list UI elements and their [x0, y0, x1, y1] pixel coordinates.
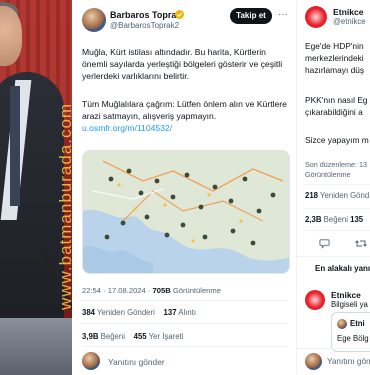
- divider: [297, 256, 370, 257]
- tweet-text-line: hazırlamayı düş: [305, 65, 365, 75]
- author-name[interactable]: Etnikce: [333, 7, 364, 17]
- quotes-count[interactable]: 137: [164, 308, 177, 317]
- likes-extra-count[interactable]: 135: [350, 215, 363, 224]
- views-count: 705B: [152, 286, 171, 295]
- bookmarks-count[interactable]: 455: [134, 332, 147, 341]
- reply-author-name[interactable]: Etnikce: [331, 290, 361, 300]
- retweets-label[interactable]: Yeniden Gönd: [320, 191, 369, 200]
- bookmarks-label[interactable]: Yer İşareti: [149, 332, 184, 341]
- tweet-text-line: merkezlerindeki: [305, 53, 364, 63]
- likes-count[interactable]: 2,3B: [305, 215, 321, 224]
- verified-badge-icon: [175, 10, 184, 19]
- quoted-author-avatar: [337, 319, 347, 329]
- tweet-link[interactable]: u.osmfr.org/m/1104532/: [82, 123, 172, 133]
- divider: [305, 208, 370, 209]
- likes-count[interactable]: 3,9B: [82, 332, 98, 341]
- quoted-text: Ege Bölg: [337, 334, 369, 343]
- tweet-text-line: PKK'nın nasıl Eg: [305, 95, 368, 105]
- views-label: Görüntülenme: [172, 286, 221, 295]
- second-tweet-card: Etnikce @etnikce Ege'de HDP'nin merkezle…: [296, 0, 370, 375]
- retweets-count[interactable]: 218: [305, 191, 318, 200]
- author-handle[interactable]: @BarbarosToprak2: [110, 21, 179, 30]
- tweet-card: Barbaros Toprak @BarbarosToprak2 Takip e…: [72, 0, 296, 375]
- quotes-label[interactable]: Alıntı: [178, 308, 196, 317]
- author-handle[interactable]: @etnikce: [333, 17, 366, 26]
- tweet-text-line: Sizce yapayım m: [305, 135, 369, 145]
- tweet-text-paragraph-2: Tüm Muğlalılara çağrım: Lütfen önlem alı…: [82, 99, 287, 121]
- retweets-count[interactable]: 384: [82, 308, 95, 317]
- retweet-icon[interactable]: [355, 238, 367, 249]
- tweet-time[interactable]: 22:54 · 17.08.2024 ·: [82, 286, 150, 295]
- divider: [305, 184, 370, 185]
- retweets-label[interactable]: Yeniden Gönderi: [97, 308, 155, 317]
- views-label: Görüntülenme: [305, 170, 351, 179]
- author-name[interactable]: Barbaros Toprak: [110, 10, 181, 20]
- tweet-stats-row-1: 384 Yeniden Gönderi 137 Alıntı: [82, 308, 196, 317]
- more-options-icon[interactable]: ···: [278, 9, 288, 20]
- quoted-tweet[interactable]: Etni Ege Bölg: [331, 312, 370, 352]
- tweet-map-image[interactable]: [82, 150, 290, 274]
- divider: [82, 323, 288, 324]
- author-avatar[interactable]: [82, 8, 106, 32]
- sort-replies-dropdown[interactable]: En alakalı yanı: [315, 264, 370, 273]
- photo-podium: [0, 318, 72, 375]
- edit-info[interactable]: Son düzenleme: 13: [305, 160, 367, 169]
- divider: [82, 346, 288, 347]
- likes-label[interactable]: Beğeni: [101, 332, 125, 341]
- divider: [82, 300, 288, 301]
- map-illustration: [83, 151, 289, 273]
- author-avatar[interactable]: [305, 6, 327, 28]
- reply-user-avatar: [305, 353, 322, 370]
- tweet-stats-row-1: 218 Yeniden Gönd: [305, 191, 369, 200]
- reply-icon[interactable]: [319, 238, 330, 249]
- follow-button[interactable]: Takip et: [230, 8, 272, 24]
- tweet-meta: 22:54 · 17.08.2024 · 705B Görüntülenme: [82, 286, 221, 295]
- quoted-author-name: Etni: [350, 319, 365, 328]
- tweet-text-line: çıkarabildiğini a: [305, 107, 363, 117]
- divider: [305, 230, 370, 231]
- reply-input[interactable]: Yanıtını gönder: [108, 357, 165, 367]
- reply-text: Bilgiseli ya: [331, 300, 368, 309]
- tweet-stats-row-2: 3,9B Beğeni 455 Yer İşareti: [82, 332, 183, 341]
- divider: [297, 348, 370, 349]
- tweet-text-line: Ege'de HDP'nin: [305, 41, 364, 51]
- reply-input[interactable]: Yanıtını gönder: [327, 357, 370, 366]
- photo-tie: [10, 86, 20, 206]
- likes-label[interactable]: Beğeni: [324, 215, 348, 224]
- tweet-text-paragraph-1: Muğla, Kürt istilası altındadır. Bu hari…: [82, 47, 283, 81]
- tweet-stats-row-2: 2,3B Beğeni 135: [305, 215, 363, 224]
- reply-user-avatar: [82, 352, 100, 370]
- reply-author-avatar[interactable]: [305, 290, 325, 310]
